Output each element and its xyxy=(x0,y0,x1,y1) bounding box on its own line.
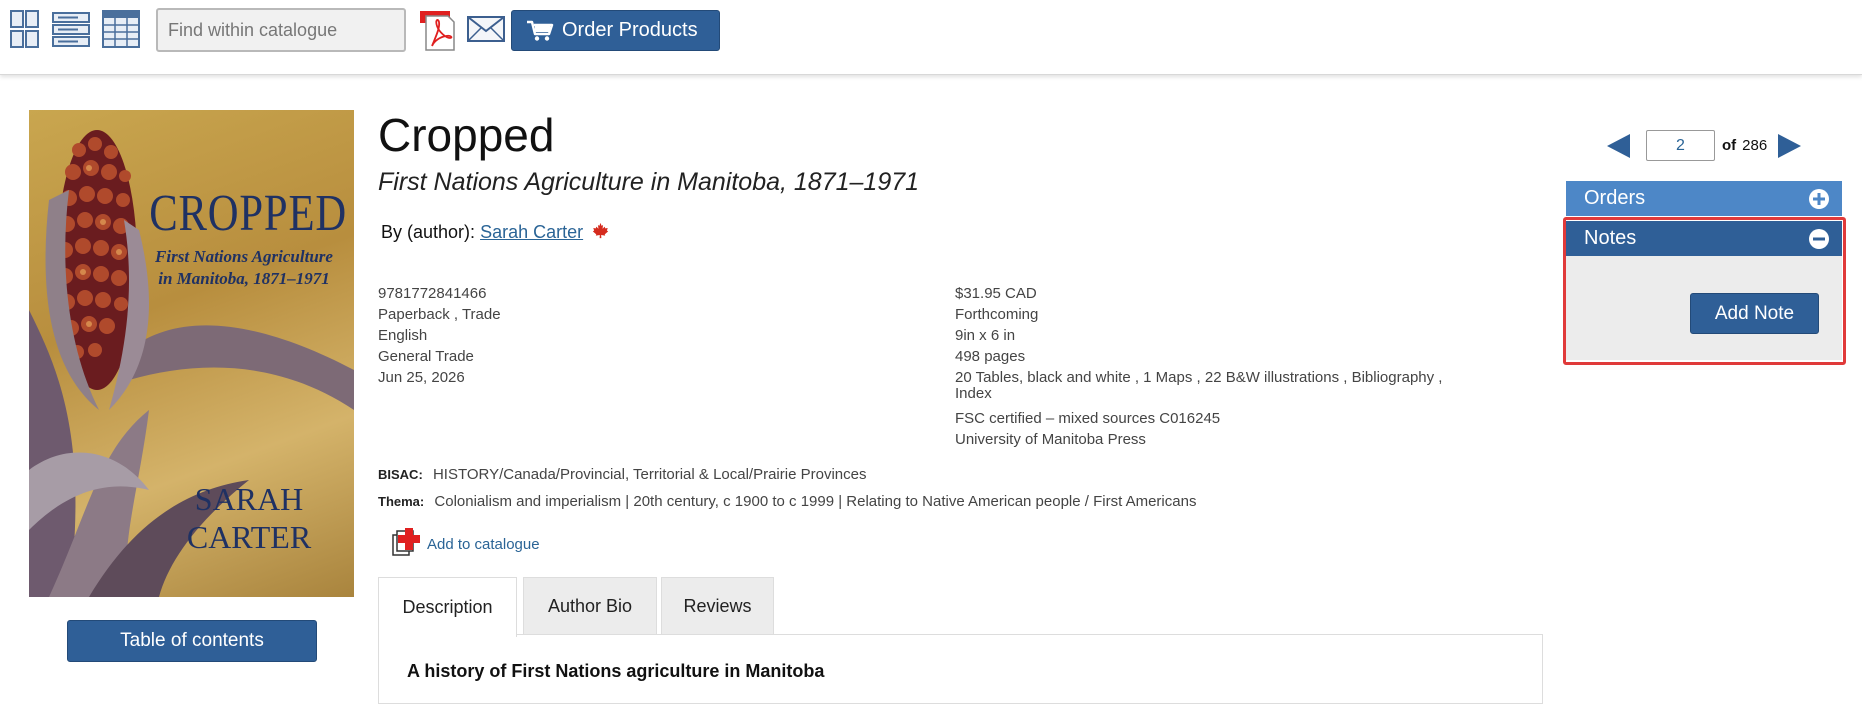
price: $31.95 CAD xyxy=(955,285,1037,302)
cover-author: SARAH CARTER xyxy=(186,481,312,555)
table-of-contents-button[interactable]: Table of contents xyxy=(67,620,317,662)
description-panel: A history of First Nations agriculture i… xyxy=(378,634,1543,704)
cover-subtitle: First Nations Agriculture in Manitoba, 1… xyxy=(155,247,333,288)
certification: FSC certified – mixed sources C016245 xyxy=(955,410,1221,427)
book-title: Cropped xyxy=(378,109,555,161)
status: Forthcoming xyxy=(955,306,1039,323)
byline: By (author): Sarah Carter xyxy=(381,222,609,244)
dimensions: 9in x 6 in xyxy=(955,327,1016,344)
page-number-input[interactable] xyxy=(1646,130,1715,161)
audience: General Trade xyxy=(378,348,474,365)
collapse-minus-icon[interactable] xyxy=(1808,228,1830,256)
catalogue-search-input[interactable] xyxy=(156,8,406,52)
add-note-button[interactable]: Add Note xyxy=(1690,293,1819,334)
order-products-button[interactable]: Order Products xyxy=(511,10,720,51)
publisher: University of Manitoba Press xyxy=(955,431,1146,448)
orders-panel-header[interactable]: Orders xyxy=(1566,181,1842,216)
tab-description[interactable]: Description xyxy=(378,577,517,637)
language: English xyxy=(378,327,428,344)
maple-leaf-icon xyxy=(592,222,609,244)
expand-plus-icon[interactable] xyxy=(1808,188,1830,216)
page-count: 498 pages xyxy=(955,348,1026,365)
cart-icon xyxy=(526,20,554,48)
thema-label: Thema: xyxy=(378,494,425,509)
pub-date: Jun 25, 2026 xyxy=(378,369,465,386)
bisac-label: BISAC: xyxy=(378,467,423,482)
by-label: By (author): xyxy=(381,222,476,242)
add-to-catalogue-link[interactable]: Add to catalogue xyxy=(391,527,540,562)
notes-label: Notes xyxy=(1584,227,1637,249)
tab-reviews[interactable]: Reviews xyxy=(661,577,774,635)
cover-title: CROPPED xyxy=(149,185,347,242)
illustrations: 20 Tables, black and white , 1 Maps , 22… xyxy=(955,369,1443,402)
bisac-value: HISTORY/Canada/Provincial, Territorial &… xyxy=(432,466,867,483)
notes-panel-header[interactable]: Notes xyxy=(1566,221,1842,256)
next-arrow-icon[interactable] xyxy=(1776,133,1802,164)
grid-view-icon[interactable] xyxy=(10,10,42,48)
toolbar: Order Products xyxy=(0,0,1862,75)
list-view-icon[interactable] xyxy=(52,10,90,48)
thema-value: Colonialism and imperialism | 20th centu… xyxy=(434,493,1197,510)
pdf-icon[interactable] xyxy=(420,8,456,52)
order-products-label: Order Products xyxy=(562,19,698,41)
previous-arrow-icon[interactable] xyxy=(1606,133,1632,164)
description-heading: A history of First Nations agriculture i… xyxy=(407,661,825,681)
add-to-catalogue-label: Add to catalogue xyxy=(427,535,540,553)
thema-row: Thema: Colonialism and imperialism | 20t… xyxy=(378,493,1196,510)
author-link[interactable]: Sarah Carter xyxy=(480,222,583,242)
table-view-icon[interactable] xyxy=(102,10,140,48)
bisac-row: BISAC: HISTORY/Canada/Provincial, Territ… xyxy=(378,466,866,483)
email-icon[interactable] xyxy=(467,16,505,54)
add-to-catalogue-icon xyxy=(391,527,421,562)
details-left: 9781772841466 Paperback , Trade English … xyxy=(378,283,501,388)
page-total: of 286 xyxy=(1722,137,1768,154)
format: Paperback , Trade xyxy=(378,306,501,323)
tab-author-bio[interactable]: Author Bio xyxy=(523,577,657,635)
isbn: 9781772841466 xyxy=(378,285,487,302)
orders-label: Orders xyxy=(1584,187,1646,209)
details-right: $31.95 CAD Forthcoming 9in x 6 in 498 pa… xyxy=(955,283,1475,450)
book-cover-image[interactable]: CROPPED First Nations Agriculture in Man… xyxy=(29,110,354,597)
book-subtitle: First Nations Agriculture in Manitoba, 1… xyxy=(378,168,920,196)
